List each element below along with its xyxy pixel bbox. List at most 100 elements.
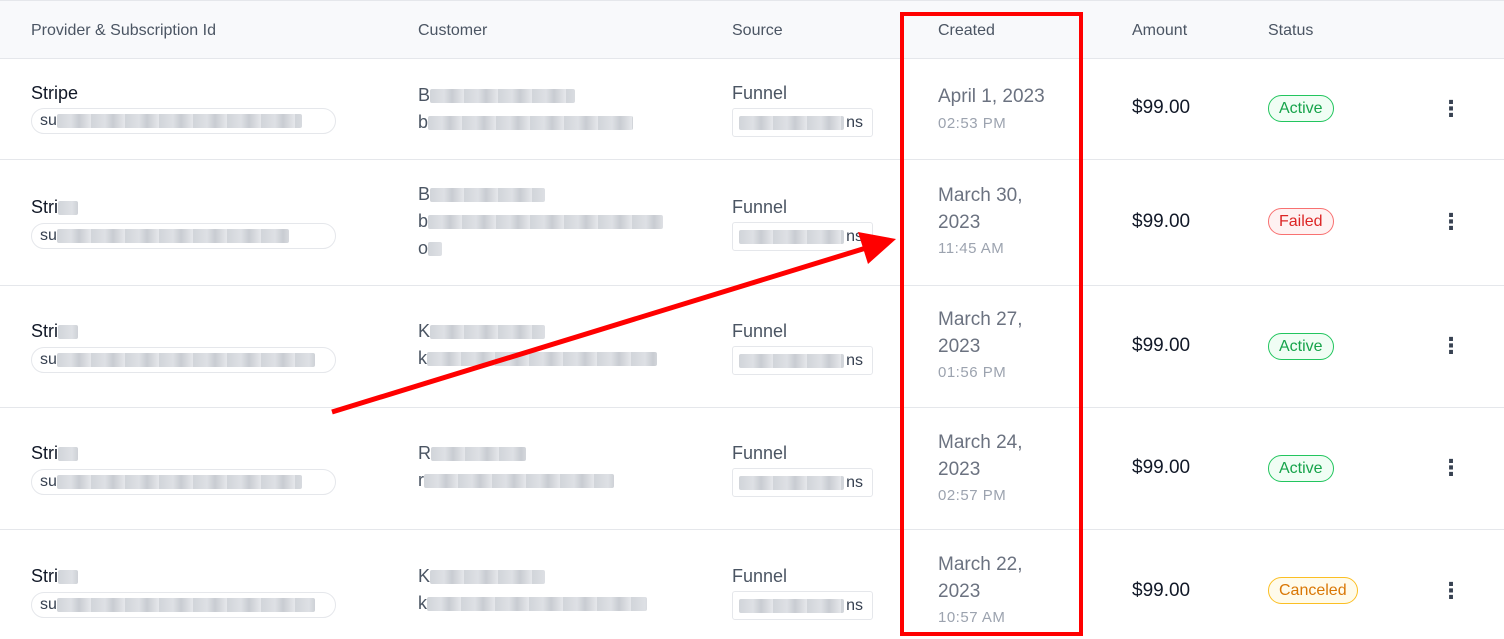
subscription-id-prefix: su	[40, 351, 57, 368]
customer-name: R	[418, 443, 526, 464]
redacted-source-name	[739, 476, 844, 490]
customer-name: B	[418, 85, 576, 106]
provider-name: Stri	[31, 443, 78, 464]
redacted-provider-name	[58, 570, 78, 585]
source-suffix: ns	[846, 597, 863, 614]
source-suffix: ns	[846, 352, 863, 369]
more-vertical-icon[interactable]: ⋮	[1440, 210, 1462, 234]
source-type: Funnel	[732, 83, 788, 103]
redacted-subscription-id	[56, 113, 302, 128]
source-type: Funnel	[732, 443, 788, 463]
table-row[interactable]: Stripe su B b Funnel ns April 1, 2023 02…	[0, 59, 1504, 160]
source-chip[interactable]: ns	[732, 591, 873, 620]
redacted-customer-email	[424, 474, 614, 489]
redacted-subscription-id	[56, 474, 302, 489]
more-vertical-icon[interactable]: ⋮	[1440, 334, 1462, 358]
source-type: Funnel	[732, 197, 788, 217]
subscription-id-pill[interactable]: su	[31, 223, 336, 249]
customer-name: K	[418, 321, 546, 342]
more-vertical-icon[interactable]: ⋮	[1440, 97, 1462, 121]
amount-value: $99.00	[1132, 580, 1191, 601]
redacted-provider-name	[58, 325, 78, 340]
more-vertical-icon[interactable]: ⋮	[1440, 579, 1462, 603]
customer-name: K	[418, 566, 546, 587]
redacted-subscription-id	[56, 597, 315, 612]
customer-email-wrap: o	[418, 238, 443, 259]
subscription-id-prefix: su	[40, 227, 57, 244]
created-date: April 1, 2023	[938, 86, 1045, 107]
provider-name-text: Stri	[31, 321, 58, 341]
column-header-created[interactable]: Created	[938, 22, 995, 40]
created-time: 01:56 PM	[938, 364, 1007, 381]
status-badge: Canceled	[1268, 577, 1358, 604]
subscription-id-pill[interactable]: su	[31, 347, 336, 373]
customer-email-wrap-initial: o	[418, 238, 429, 258]
customer-email[interactable]: b	[418, 211, 664, 232]
subscription-id-prefix: su	[40, 596, 57, 613]
redacted-customer-email	[428, 215, 664, 230]
subscription-id-prefix: su	[40, 112, 57, 129]
source-chip[interactable]: ns	[732, 222, 873, 251]
customer-name-initial: B	[418, 184, 431, 204]
customer-email-initial: k	[418, 348, 427, 368]
redacted-source-name	[739, 354, 844, 368]
redacted-customer-name	[430, 325, 546, 340]
column-header-source: Source	[732, 22, 783, 39]
created-time: 10:57 AM	[938, 609, 1006, 626]
customer-email[interactable]: k	[418, 593, 647, 614]
provider-name-text: Stri	[31, 443, 58, 463]
status-badge: Active	[1268, 333, 1334, 360]
subscription-id-pill[interactable]: su	[31, 108, 336, 134]
provider-name: Stripe	[31, 83, 79, 103]
redacted-customer-name	[430, 188, 546, 203]
customer-email[interactable]: b	[418, 112, 634, 133]
redacted-provider-name	[58, 201, 78, 216]
source-type: Funnel	[732, 321, 788, 341]
created-date: March 27, 2023	[938, 309, 1023, 357]
provider-name-text: Stri	[31, 197, 58, 217]
table-row[interactable]: Stri su R r Funnel ns March 24, 2023 02:…	[0, 408, 1504, 530]
table-row[interactable]: Stri su K k Funnel ns March 27, 2023 01:…	[0, 286, 1504, 408]
provider-name: Stri	[31, 566, 78, 587]
status-badge: Failed	[1268, 208, 1334, 235]
column-header-customer: Customer	[418, 22, 488, 39]
subscription-id-pill[interactable]: su	[31, 592, 336, 618]
more-vertical-icon[interactable]: ⋮	[1440, 456, 1462, 480]
customer-name-initial: K	[418, 321, 431, 341]
redacted-customer-name	[430, 570, 546, 585]
column-header-status[interactable]: Status	[1268, 22, 1313, 40]
source-chip[interactable]: ns	[732, 108, 873, 137]
source-chip[interactable]: ns	[732, 468, 873, 497]
redacted-customer-email	[427, 597, 647, 612]
status-badge: Active	[1268, 455, 1334, 482]
redacted-source-name	[739, 599, 844, 613]
customer-email[interactable]: k	[418, 348, 657, 369]
created-time: 11:45 AM	[938, 240, 1005, 257]
customer-email-initial: b	[418, 112, 429, 132]
source-suffix: ns	[846, 474, 863, 491]
customer-name-initial: R	[418, 443, 431, 463]
redacted-customer-email	[427, 352, 657, 367]
column-header-amount[interactable]: Amount	[1132, 22, 1187, 40]
customer-name-initial: B	[418, 85, 431, 105]
amount-value: $99.00	[1132, 457, 1191, 478]
provider-name: Stri	[31, 197, 78, 218]
customer-email[interactable]: r	[418, 470, 614, 491]
subscription-id-pill[interactable]: su	[31, 469, 336, 495]
redacted-customer-name	[431, 447, 526, 462]
redacted-source-name	[739, 230, 844, 244]
redacted-subscription-id	[56, 352, 315, 367]
table-header: Provider & Subscription Id Customer Sour…	[0, 0, 1504, 59]
status-badge: Active	[1268, 95, 1334, 122]
created-date: March 22, 2023	[938, 554, 1023, 602]
amount-value: $99.00	[1132, 211, 1191, 232]
source-chip[interactable]: ns	[732, 346, 873, 375]
amount-value: $99.00	[1132, 97, 1191, 118]
redacted-subscription-id	[56, 228, 289, 243]
redacted-customer-email-wrap	[428, 242, 443, 257]
table-row[interactable]: Stri su K k Funnel ns March 22, 2023 10:…	[0, 530, 1504, 639]
created-date: March 30, 2023	[938, 185, 1023, 233]
amount-value: $99.00	[1132, 335, 1191, 356]
table-row[interactable]: Stri su B b o Funnel ns March 30, 2023 1…	[0, 160, 1504, 286]
redacted-customer-name	[430, 89, 576, 104]
